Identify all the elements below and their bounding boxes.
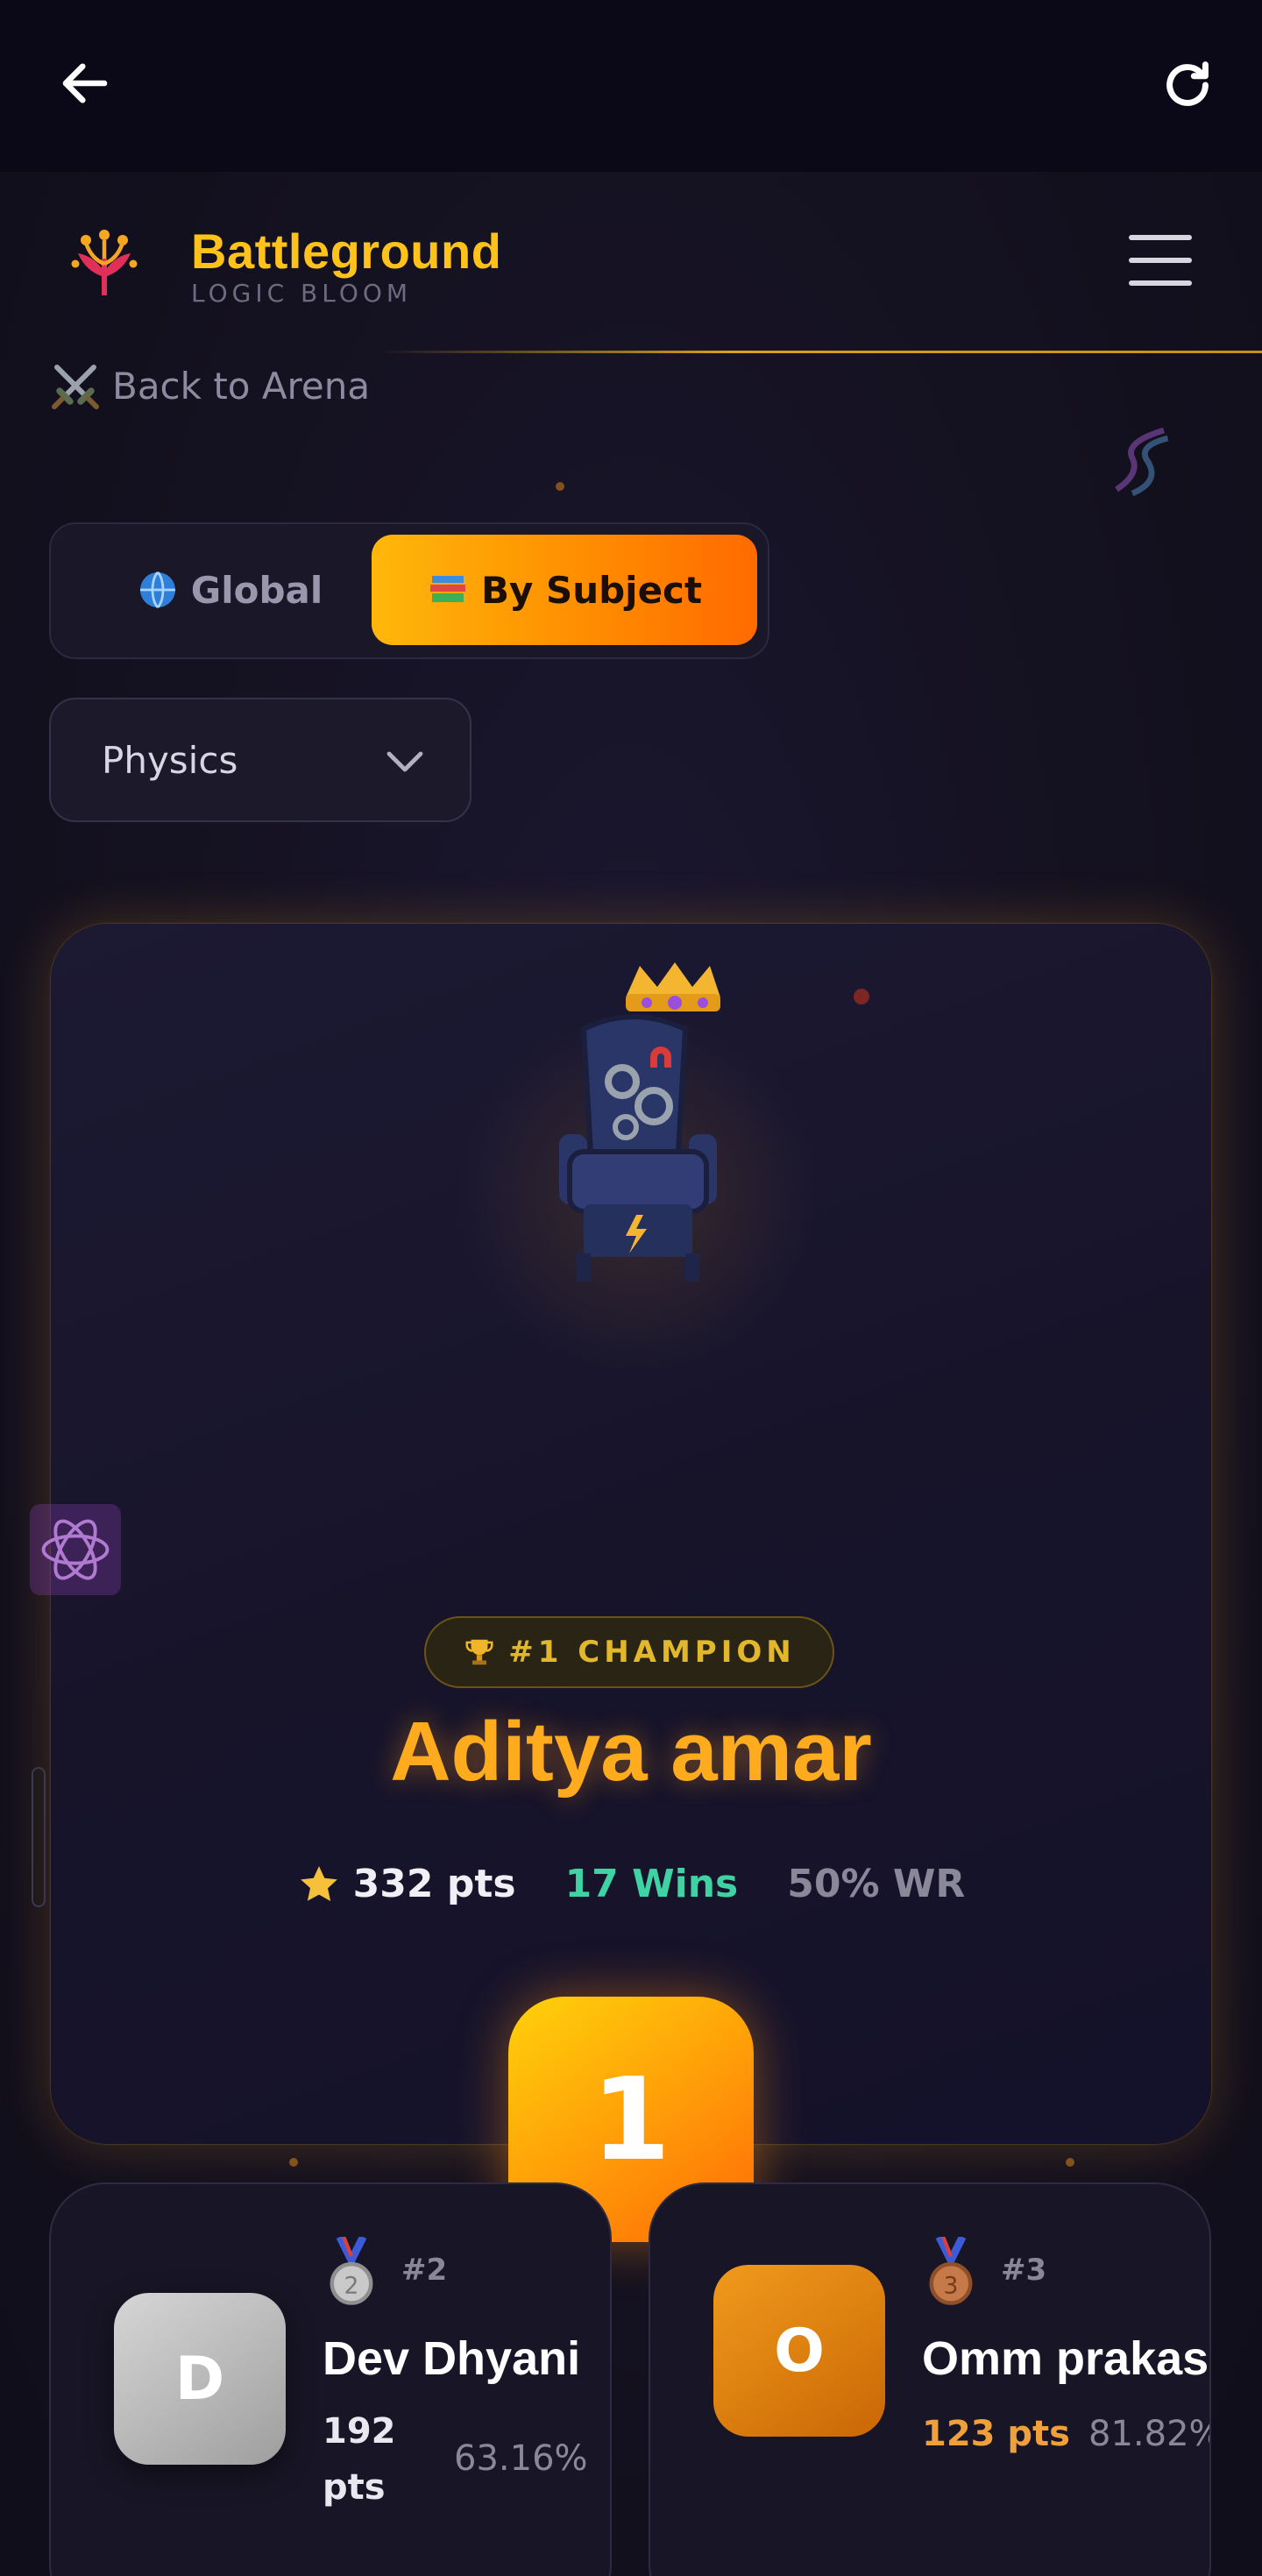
player-win-rate: 63.16% xyxy=(454,2438,588,2479)
champion-points-value: 332 pts xyxy=(352,1862,516,1906)
throne-crown-icon xyxy=(559,962,720,1281)
site-header: Battleground LOGIC BLOOM xyxy=(0,172,1262,356)
champion-name: Aditya amar xyxy=(390,1705,872,1799)
tab-global-label: Global xyxy=(190,568,323,612)
tab-by-subject[interactable]: By Subject xyxy=(372,535,757,645)
leaderboard-scope-toggle: Global By Subject xyxy=(49,522,769,659)
player-points: 123 pts xyxy=(922,2414,1070,2454)
back-to-arena-link[interactable]: Back to Arena xyxy=(49,359,370,412)
refresh-icon[interactable] xyxy=(1157,54,1218,116)
avatar: D xyxy=(114,2293,286,2465)
player-name: Dev Dhyani xyxy=(323,2332,581,2385)
svg-text:3: 3 xyxy=(944,2272,959,2299)
subject-select-value: Physics xyxy=(102,738,238,782)
champion-wins: 17 Wins xyxy=(564,1862,739,1906)
star-icon xyxy=(300,1865,337,1901)
leaderboard-page: Battleground LOGIC BLOOM Back to Arena G… xyxy=(0,172,1262,2576)
champion-win-rate: 50% WR xyxy=(787,1862,966,1906)
dna-icon xyxy=(1115,427,1169,497)
silver-medal-icon: 2 xyxy=(330,2237,373,2305)
third-place-card[interactable]: O 3 #3 Omm prakas 123 pts 81.82% xyxy=(649,2182,1211,2576)
side-scroll-indicator xyxy=(32,1767,46,1907)
player-name: Omm prakas xyxy=(922,2332,1209,2385)
lotus-logo-icon[interactable] xyxy=(65,224,144,303)
tab-by-subject-label: By Subject xyxy=(480,568,703,612)
runner-up-card[interactable]: D 2 #2 Dev Dhyani 192 pts 63.16% xyxy=(49,2182,612,2576)
subject-select[interactable]: Physics xyxy=(49,698,471,822)
player-win-rate: 81.82% xyxy=(1088,2414,1211,2454)
spark-particle xyxy=(556,482,564,491)
tab-global[interactable]: Global xyxy=(63,535,396,645)
globe-icon xyxy=(139,571,175,608)
back-to-arena-label: Back to Arena xyxy=(112,364,371,408)
trophy-icon xyxy=(465,1639,493,1665)
arrow-left-icon[interactable] xyxy=(56,54,114,112)
hamburger-menu-icon[interactable] xyxy=(1129,235,1192,287)
spark-particle xyxy=(1066,2158,1074,2167)
crossed-swords-icon xyxy=(52,365,99,409)
bronze-medal-icon: 3 xyxy=(929,2237,973,2305)
atom-icon xyxy=(30,1504,121,1595)
svg-text:2: 2 xyxy=(344,2272,359,2299)
books-icon xyxy=(429,576,465,602)
avatar: O xyxy=(713,2265,885,2437)
spark-particle xyxy=(289,2158,298,2167)
champion-badge: #1 CHAMPION xyxy=(424,1616,834,1688)
champion-stats: 332 pts 17 Wins 50% WR xyxy=(51,1862,1211,1906)
brand-title: Battleground xyxy=(191,224,502,279)
header-divider xyxy=(377,351,1262,353)
player-points: 192 pts xyxy=(323,2411,396,2508)
spark-particle xyxy=(854,989,869,1004)
champion-badge-label: #1 CHAMPION xyxy=(508,1635,796,1670)
champion-card[interactable]: #1 CHAMPION Aditya amar 332 pts 17 Wins … xyxy=(51,924,1211,2242)
chevron-down-icon xyxy=(386,751,423,772)
champion-points: 332 pts xyxy=(297,1862,516,1906)
rank-label: #2 xyxy=(401,2253,448,2288)
top-app-bar xyxy=(0,0,1262,172)
brand-subtitle: LOGIC BLOOM xyxy=(191,279,413,308)
rank-label: #3 xyxy=(1001,2253,1047,2288)
